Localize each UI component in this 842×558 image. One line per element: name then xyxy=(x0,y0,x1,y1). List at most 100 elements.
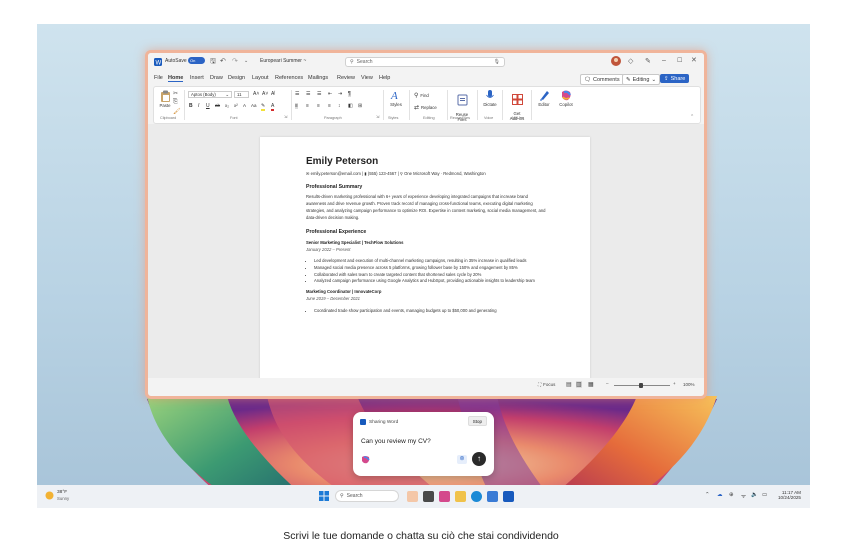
find-button[interactable]: ⚲ Find xyxy=(414,92,429,99)
document-page[interactable]: Emily Peterson ✉ emily.peterson@email.co… xyxy=(260,137,590,387)
wifi-icon[interactable]: ᯤ xyxy=(741,492,746,500)
text-effects-icon[interactable]: A xyxy=(243,103,246,108)
clear-format-icon[interactable]: A̸ xyxy=(271,91,274,97)
copilot-taskbar-icon[interactable] xyxy=(439,491,450,502)
shrink-font-icon[interactable]: A˅ xyxy=(262,91,268,97)
justify-icon[interactable]: ≡ xyxy=(328,103,331,109)
replace-button[interactable]: ⇄ Replace xyxy=(414,104,437,111)
zoom-in-icon[interactable]: + xyxy=(673,381,676,386)
store-icon[interactable] xyxy=(487,491,498,502)
borders-icon[interactable]: ⊞ xyxy=(358,103,362,109)
web-layout-icon[interactable]: ▦ xyxy=(588,381,594,388)
increase-indent-icon[interactable]: ⇥ xyxy=(338,91,342,97)
multilevel-list-icon[interactable]: ☰ xyxy=(317,91,321,97)
bullets-icon[interactable]: ☰ xyxy=(295,91,299,97)
font-dialog-launcher-icon[interactable]: ⇲ xyxy=(284,114,287,119)
save-icon[interactable]: 🖫 xyxy=(210,57,216,68)
align-center-icon[interactable]: ≡ xyxy=(306,103,309,109)
clock[interactable]: 11:17 AM 10/24/2025 xyxy=(778,490,801,500)
customize-qat-icon[interactable]: ⌄ xyxy=(244,58,248,64)
onedrive-icon[interactable]: ☁ xyxy=(717,492,723,498)
shading-icon[interactable]: ◧ xyxy=(348,103,353,109)
diamond-icon[interactable]: ◇ xyxy=(628,57,633,65)
taskbar-search[interactable]: ⚲ Search xyxy=(335,490,399,502)
tab-help[interactable]: Help xyxy=(379,75,390,81)
collapse-ribbon-icon[interactable]: ⌃ xyxy=(690,114,694,120)
font-color-icon[interactable]: A xyxy=(271,103,275,111)
volume-icon[interactable]: 🔈 xyxy=(751,492,758,498)
mic-icon[interactable]: 🎙 xyxy=(494,59,500,65)
autosave-toggle[interactable]: On xyxy=(188,57,205,64)
task-view-icon[interactable] xyxy=(423,491,434,502)
line-spacing-icon[interactable]: ↕ xyxy=(338,103,341,109)
format-painter-icon[interactable]: 🖌 xyxy=(173,108,181,115)
start-button[interactable] xyxy=(319,491,329,503)
read-mode-icon[interactable]: ▤ xyxy=(566,381,572,388)
tab-review[interactable]: Review xyxy=(337,75,355,81)
share-button[interactable]: ⇪ Share xyxy=(660,74,690,83)
tab-view[interactable]: View xyxy=(361,75,373,81)
italic-icon[interactable]: I xyxy=(198,103,199,109)
numbering-icon[interactable]: ☰ xyxy=(306,91,310,97)
strikethrough-icon[interactable]: ab xyxy=(215,103,220,108)
font-name-select[interactable]: Aptos (Body) ⌄ xyxy=(188,91,232,98)
underline-icon[interactable]: U xyxy=(206,103,210,109)
align-right-icon[interactable]: ≡ xyxy=(317,103,320,109)
edge-icon[interactable] xyxy=(471,491,482,502)
decrease-indent-icon[interactable]: ⇤ xyxy=(328,91,332,97)
font-size-select[interactable]: 11 xyxy=(234,91,249,98)
show-marks-icon[interactable]: ¶ xyxy=(348,91,351,97)
print-layout-icon[interactable]: ▥ xyxy=(576,381,582,388)
vpn-icon[interactable]: ⊕ xyxy=(729,492,734,498)
zoom-level[interactable]: 100% xyxy=(683,382,695,387)
tab-file[interactable]: File xyxy=(154,75,163,81)
change-case-icon[interactable]: Aa xyxy=(251,103,257,108)
subscript-icon[interactable]: x₂ xyxy=(225,103,229,108)
tab-home[interactable]: Home xyxy=(168,75,184,82)
pen-icon[interactable]: ✎ xyxy=(645,57,651,65)
editor-button[interactable]: Editor xyxy=(535,89,553,107)
close-icon[interactable]: ✕ xyxy=(691,56,697,64)
bold-icon[interactable]: B xyxy=(189,103,193,109)
tab-mailings[interactable]: Mailings xyxy=(308,75,328,81)
tab-layout[interactable]: Layout xyxy=(252,75,269,81)
cut-icon[interactable]: ✂ xyxy=(173,90,178,97)
redo-icon[interactable]: ↷ xyxy=(232,57,238,65)
stop-sharing-button[interactable]: Stop xyxy=(467,416,487,426)
search-input[interactable]: ⚲ Search 🎙 xyxy=(345,57,505,67)
zoom-out-icon[interactable]: – xyxy=(606,381,609,386)
copilot-button[interactable]: Copilot xyxy=(557,89,575,107)
styles-button[interactable]: A Styles xyxy=(387,89,405,107)
superscript-icon[interactable]: x² xyxy=(234,103,238,108)
document-name[interactable]: Europeari Summer ~ xyxy=(260,58,306,64)
copy-icon[interactable]: ⎘ xyxy=(173,99,178,106)
battery-icon[interactable]: ▭ xyxy=(762,492,767,498)
maximize-icon[interactable]: ☐ xyxy=(677,57,682,64)
word-taskbar-icon[interactable] xyxy=(503,491,514,502)
tab-design[interactable]: Design xyxy=(228,75,245,81)
share-screen-icon[interactable]: ⊚ xyxy=(457,455,467,464)
show-hidden-icons-icon[interactable]: ⌃ xyxy=(705,492,710,498)
dictate-button[interactable]: Dictate xyxy=(481,89,499,107)
undo-icon[interactable]: ↶ xyxy=(220,57,226,65)
widget-icon[interactable] xyxy=(407,491,418,502)
account-avatar[interactable] xyxy=(611,56,621,66)
replace-icon: ⇄ xyxy=(414,105,420,111)
tab-references[interactable]: References xyxy=(275,75,303,81)
focus-button[interactable]: ⛶ Focus xyxy=(538,382,555,387)
send-button[interactable]: ↑ xyxy=(472,452,486,466)
paste-button[interactable]: Paste xyxy=(158,90,172,108)
editing-mode-button[interactable]: ✎ Editing ⌄ xyxy=(622,74,661,85)
grow-font-icon[interactable]: A˄ xyxy=(253,91,259,97)
highlight-icon[interactable]: ✎ xyxy=(261,103,266,111)
tab-insert[interactable]: Insert xyxy=(190,75,204,81)
zoom-slider-thumb[interactable] xyxy=(639,383,643,388)
comments-label: Comments xyxy=(592,76,620,83)
file-explorer-icon[interactable] xyxy=(455,491,466,502)
chat-input[interactable]: Can you review my CV? xyxy=(361,438,431,445)
tab-draw[interactable]: Draw xyxy=(210,75,223,81)
paragraph-dialog-launcher-icon[interactable]: ⇲ xyxy=(376,114,379,119)
comments-button[interactable]: 🗨 Comments xyxy=(580,74,624,85)
minimize-icon[interactable]: – xyxy=(662,57,666,64)
align-left-icon[interactable]: ≡ xyxy=(295,103,298,109)
